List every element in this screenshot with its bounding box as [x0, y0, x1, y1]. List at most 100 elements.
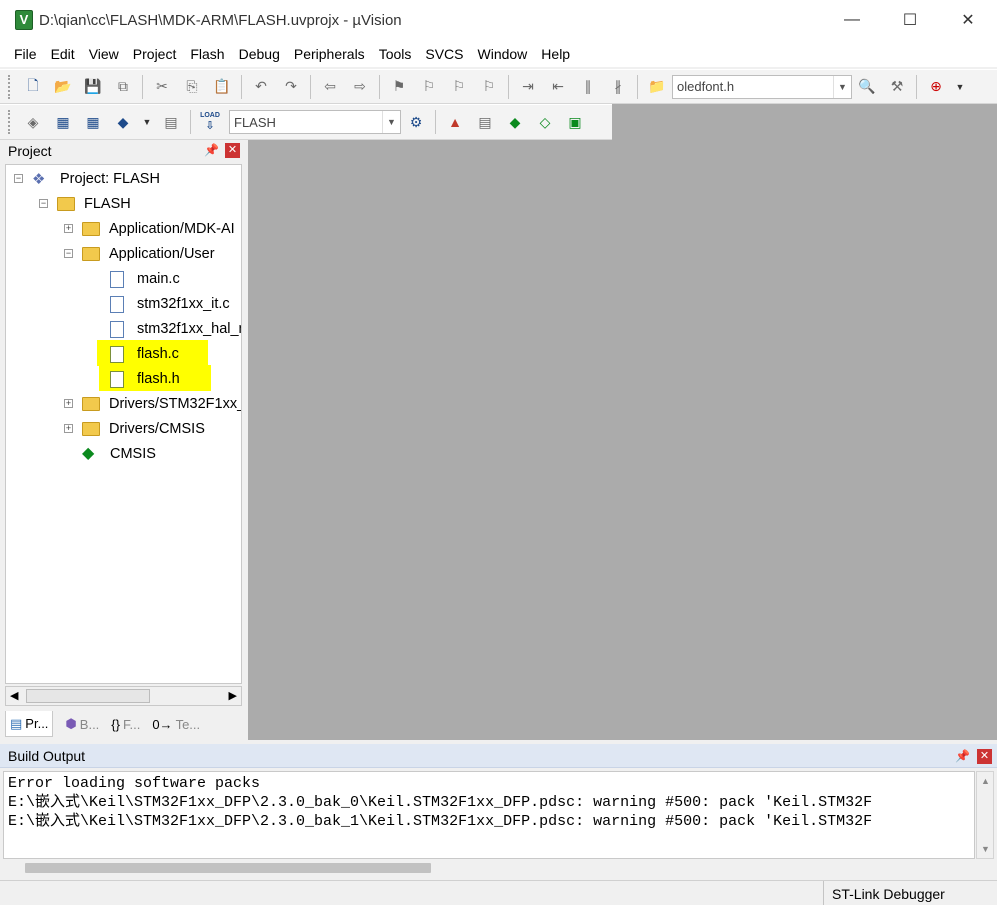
uncomment-icon[interactable]: ∦ [607, 76, 629, 98]
tab-books[interactable]: ⬢ B... [65, 716, 99, 732]
minimize-button[interactable]: — [823, 0, 881, 40]
menu-file[interactable]: File [7, 46, 44, 62]
tree-item-group[interactable]: + Drivers/CMSIS [64, 417, 205, 441]
close-button[interactable]: ✕ [939, 0, 997, 40]
close-icon[interactable]: ✕ [977, 749, 992, 764]
pin-icon[interactable]: 📌 [955, 749, 970, 763]
translate-icon[interactable]: ◈ [22, 111, 44, 133]
tree-item-target[interactable]: − FLASH [39, 192, 131, 216]
rebuild-icon[interactable]: ▦ [82, 111, 104, 133]
chevron-down-icon[interactable]: ▼ [833, 75, 851, 98]
tree-item-cmsis[interactable]: ◆ CMSIS [82, 442, 156, 466]
save-icon[interactable]: 💾 [82, 76, 104, 98]
tree-item-file[interactable]: stm32f1xx_hal_n [110, 317, 241, 341]
build-output-text[interactable]: Error loading software packs E:\嵌入式\Keil\… [3, 771, 975, 859]
menu-view[interactable]: View [82, 46, 126, 62]
expand-icon[interactable]: + [64, 424, 73, 433]
comment-icon[interactable]: ∥ [577, 76, 599, 98]
collapse-icon[interactable]: − [14, 174, 23, 183]
tab-label: Pr... [25, 716, 49, 731]
menu-debug[interactable]: Debug [232, 46, 287, 62]
menu-window[interactable]: Window [471, 46, 535, 62]
scrollbar-thumb[interactable] [25, 863, 431, 873]
output-horizontal-scrollbar[interactable] [3, 859, 975, 877]
next-bookmark-icon[interactable]: ⚐ [448, 76, 470, 98]
project-tab-icon: ▤ [10, 715, 23, 731]
tree-item-file[interactable]: flash.c [110, 342, 179, 366]
menu-svcs[interactable]: SVCS [418, 46, 470, 62]
tree-item-file[interactable]: main.c [110, 267, 180, 291]
toolbar-grip[interactable] [8, 74, 12, 99]
redo-icon[interactable]: ↷ [280, 76, 302, 98]
tab-functions[interactable]: {} F... [111, 717, 140, 732]
open-file-icon[interactable]: 📂 [52, 76, 74, 98]
undo-icon[interactable]: ↶ [250, 76, 272, 98]
scroll-right-icon[interactable]: ▶ [229, 689, 237, 702]
tree-item-group[interactable]: − Application/User [64, 242, 215, 266]
tree-label: Drivers/STM32F1xx_ [109, 396, 242, 412]
menu-flash[interactable]: Flash [183, 46, 231, 62]
find-in-files-icon[interactable]: 📁 [646, 76, 668, 98]
tree-item-group[interactable]: + Application/MDK-AI [64, 217, 235, 241]
file-extensions-icon[interactable]: ▤ [474, 111, 496, 133]
tab-project[interactable]: ▤ Pr... [5, 711, 54, 737]
new-file-icon[interactable]: 🗋 [22, 76, 44, 98]
maximize-button[interactable]: ☐ [881, 0, 939, 40]
incremental-find-icon[interactable]: ⚒ [886, 76, 908, 98]
collapse-icon[interactable]: − [39, 199, 48, 208]
collapse-icon[interactable]: − [64, 249, 73, 258]
menu-help[interactable]: Help [534, 46, 577, 62]
pin-icon[interactable]: 📌 [204, 143, 219, 157]
scroll-down-icon[interactable]: ▼ [981, 844, 990, 854]
bookmark-icon[interactable]: ⚑ [388, 76, 410, 98]
chevron-down-icon[interactable]: ▼ [382, 111, 400, 133]
pack-installer-icon[interactable]: ▣ [564, 111, 586, 133]
expand-icon[interactable]: + [64, 399, 73, 408]
tree-item-group[interactable]: + Drivers/STM32F1xx_ [64, 392, 242, 416]
project-panel-tabs: ▤ Pr... ⬢ B... {} F... 0→ Te... [5, 710, 242, 738]
tab-label: B... [79, 716, 100, 732]
scroll-left-icon[interactable]: ◀ [10, 689, 18, 702]
output-line: Error loading software packs [8, 775, 261, 792]
toolbar-grip[interactable] [8, 110, 12, 134]
manage-runtime-icon[interactable]: ◆ [504, 111, 526, 133]
manage-project-items-icon[interactable]: ▲ [444, 111, 466, 133]
expand-icon[interactable]: + [64, 224, 73, 233]
target-options-icon[interactable]: ⚙ [405, 111, 427, 133]
find-icon[interactable]: 🔍 [856, 76, 878, 98]
scroll-up-icon[interactable]: ▲ [981, 776, 990, 786]
tree-item-file[interactable]: stm32f1xx_it.c [110, 292, 230, 316]
target-combo[interactable]: FLASH ▼ [229, 110, 401, 134]
clear-bookmarks-icon[interactable]: ⚐ [478, 76, 500, 98]
save-all-icon[interactable]: ⧉ [112, 76, 134, 98]
scrollbar-thumb[interactable] [26, 689, 150, 703]
unindent-icon[interactable]: ⇤ [547, 76, 569, 98]
load-download-icon[interactable]: LOAD ⇩ [199, 111, 221, 133]
find-combo[interactable]: oledfont.h ▼ [672, 74, 852, 99]
close-icon[interactable]: ✕ [225, 143, 240, 158]
chevron-down-icon[interactable]: ▼ [142, 111, 152, 133]
tab-templates[interactable]: 0→ Te... [152, 717, 200, 732]
nav-forward-icon[interactable]: ⇨ [349, 76, 371, 98]
nav-back-icon[interactable]: ⇦ [319, 76, 341, 98]
menu-project[interactable]: Project [126, 46, 184, 62]
copy-icon[interactable]: ⎘ [181, 76, 203, 98]
menu-tools[interactable]: Tools [372, 46, 419, 62]
batch-build-icon[interactable]: ◆ [112, 111, 134, 133]
horizontal-scrollbar[interactable]: ◀ ▶ [5, 686, 242, 706]
stop-build-icon[interactable]: ▤ [160, 111, 182, 133]
vertical-scrollbar[interactable]: ▲ ▼ [976, 771, 994, 859]
build-icon[interactable]: ▦ [52, 111, 74, 133]
paste-icon[interactable]: 📋 [211, 76, 233, 98]
tree-item-project[interactable]: − ❖ Project: FLASH [14, 167, 160, 191]
select-packs-icon[interactable]: ◇ [534, 111, 556, 133]
cut-icon[interactable]: ✂ [151, 76, 173, 98]
folder-icon [82, 422, 100, 436]
tree-item-file[interactable]: flash.h [110, 367, 180, 391]
indent-icon[interactable]: ⇥ [517, 76, 539, 98]
menu-peripherals[interactable]: Peripherals [287, 46, 372, 62]
chevron-down-icon[interactable]: ▼ [955, 76, 965, 98]
prev-bookmark-icon[interactable]: ⚐ [418, 76, 440, 98]
menu-edit[interactable]: Edit [44, 46, 82, 62]
debug-session-icon[interactable]: ⊕ [925, 76, 947, 98]
